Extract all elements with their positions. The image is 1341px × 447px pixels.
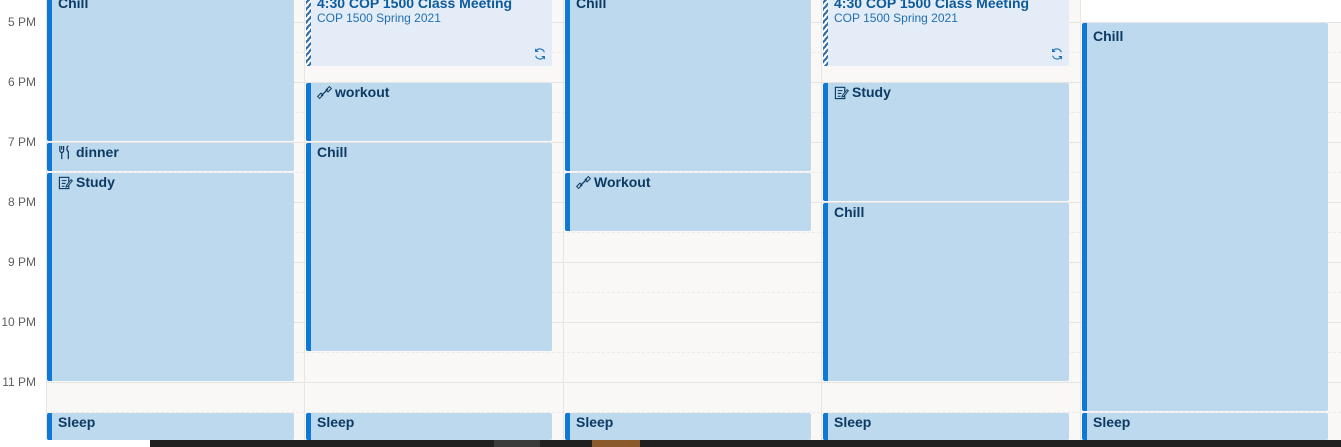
recurring-icon: [535, 48, 545, 60]
event-workout[interactable]: workout: [306, 83, 552, 141]
event-title: Sleep: [58, 414, 96, 430]
time-label-7pm: 7 PM: [7, 135, 36, 149]
event-subtitle: COP 1500 Spring 2021: [834, 11, 958, 25]
event-title: Chill: [576, 0, 607, 11]
event-sleep[interactable]: Sleep: [565, 413, 811, 440]
time-label-9pm: 9 PM: [7, 255, 36, 269]
time-gutter: 5 PM 6 PM 7 PM 8 PM 9 PM 10 PM 11 PM: [0, 0, 46, 447]
event-sleep[interactable]: Sleep: [306, 413, 552, 440]
event-chill[interactable]: Chill: [306, 143, 552, 351]
taskbar-app-active[interactable]: [592, 440, 640, 447]
event-title: Study: [76, 174, 115, 190]
event-class-meeting[interactable]: 4:30 COP 1500 Class Meeting COP 1500 Spr…: [823, 0, 1069, 66]
event-chill[interactable]: Chill: [823, 203, 1069, 381]
event-title: workout: [335, 84, 390, 100]
time-label-5pm: 5 PM: [7, 15, 36, 29]
dumbbell-icon: [317, 85, 332, 99]
event-subtitle: COP 1500 Spring 2021: [317, 11, 441, 25]
event-title: Study: [852, 84, 891, 100]
event-chill[interactable]: Chill: [565, 0, 811, 171]
event-workout[interactable]: Workout: [565, 173, 811, 231]
time-label-8pm: 8 PM: [7, 195, 36, 209]
event-title: Sleep: [576, 414, 614, 430]
event-sleep[interactable]: Sleep: [823, 413, 1069, 440]
event-study[interactable]: Study: [47, 173, 294, 381]
event-chill[interactable]: Chill: [47, 0, 294, 141]
event-study[interactable]: Study: [823, 83, 1069, 201]
day-column-5-top: [1081, 0, 1341, 22]
event-title: Sleep: [317, 414, 355, 430]
event-title: Chill: [317, 144, 348, 160]
event-title: 4:30 COP 1500 Class Meeting: [317, 0, 513, 11]
event-sleep[interactable]: Sleep: [1082, 413, 1328, 440]
taskbar-segment: [0, 440, 150, 447]
event-title: Workout: [594, 174, 651, 190]
event-sleep[interactable]: Sleep: [47, 413, 294, 440]
time-label-6pm: 6 PM: [7, 75, 36, 89]
event-title: 4:30 COP 1500 Class Meeting: [834, 0, 1030, 11]
event-chill[interactable]: Chill: [1082, 23, 1328, 411]
utensils-icon: [59, 144, 69, 159]
event-title: Chill: [58, 0, 89, 11]
dumbbell-icon: [576, 175, 591, 189]
event-class-meeting[interactable]: 4:30 COP 1500 Class Meeting COP 1500 Spr…: [306, 0, 552, 66]
event-title: Chill: [834, 204, 865, 220]
edit-note-icon: [58, 176, 73, 189]
event-title: Sleep: [834, 414, 872, 430]
event-title: Sleep: [1093, 414, 1131, 430]
edit-note-icon: [834, 86, 849, 99]
event-title: dinner: [76, 144, 119, 160]
time-label-10pm: 10 PM: [1, 315, 36, 329]
taskbar: [0, 440, 1341, 447]
recurring-icon: [1052, 48, 1062, 60]
event-title: Chill: [1093, 28, 1124, 44]
event-dinner[interactable]: dinner: [47, 143, 294, 171]
time-label-11pm: 11 PM: [2, 375, 36, 389]
taskbar-app[interactable]: [494, 440, 540, 447]
